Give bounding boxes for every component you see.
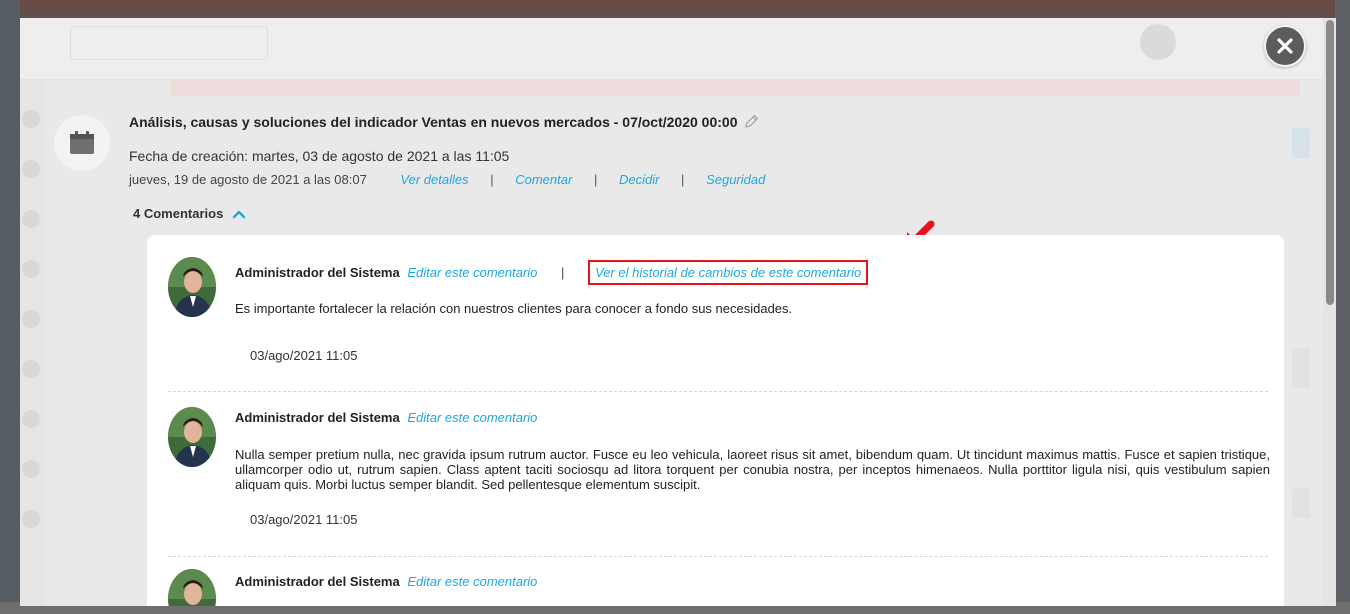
background-nav-ghost: [20, 18, 1336, 80]
background-select-ghost: [70, 26, 268, 60]
comment-date: 03/ago/2021 11:05: [250, 512, 358, 527]
event-type-badge: [54, 115, 110, 171]
background-app-sidebar: [0, 0, 20, 614]
background-app-header: [0, 0, 1350, 20]
comments-modal: Análisis, causas y soluciones del indica…: [20, 18, 1336, 606]
comment-author: Administrador del Sistema: [235, 265, 400, 280]
close-button[interactable]: [1264, 25, 1306, 67]
comment-date: 03/ago/2021 11:05: [250, 348, 358, 363]
background-side-ghost: [1292, 128, 1310, 158]
chevron-up-icon: [232, 210, 246, 219]
comment-divider: [168, 391, 1268, 392]
background-side-ghost: [1292, 348, 1310, 388]
comment-divider: [168, 556, 1268, 557]
close-icon: [1277, 38, 1293, 54]
pencil-icon: [745, 115, 759, 128]
comment-history-link[interactable]: Ver el historial de cambios de este come…: [588, 260, 869, 285]
separator: |: [681, 172, 685, 187]
background-avatar-ghost: [1140, 24, 1176, 60]
comments-panel: Administrador del Sistema Editar este co…: [147, 235, 1284, 606]
calendar-icon: [70, 131, 94, 154]
add-comment-link[interactable]: Comentar: [515, 172, 572, 187]
avatar: [168, 407, 216, 467]
creation-date: Fecha de creación: martes, 03 de agosto …: [129, 148, 510, 164]
separator: |: [593, 172, 598, 187]
comment-body: Es importante fortalecer la relación con…: [235, 301, 793, 316]
separator: |: [490, 172, 494, 187]
comment-header: Administrador del Sistema Editar este co…: [235, 260, 869, 285]
page-title-text: Análisis, causas y soluciones del indica…: [129, 114, 738, 130]
background-banner-ghost: [170, 80, 1300, 96]
comment-author: Administrador del Sistema: [235, 410, 400, 425]
edit-comment-link[interactable]: Editar este comentario: [407, 574, 537, 589]
comment-header: Administrador del Sistema Editar este co…: [235, 410, 537, 425]
edit-title-button[interactable]: [744, 114, 759, 132]
comment-author: Administrador del Sistema: [235, 574, 400, 589]
background-sidebar-ghost: [20, 80, 44, 606]
security-link[interactable]: Seguridad: [706, 172, 765, 187]
edit-comment-link[interactable]: Editar este comentario: [407, 410, 537, 425]
avatar: [168, 257, 216, 317]
comment-body: Nulla semper pretium nulla, nec gravida …: [235, 447, 1270, 492]
separator: |: [561, 265, 565, 280]
comments-count: 4 Comentarios: [133, 206, 224, 221]
comment-header: Administrador del Sistema Editar este co…: [235, 574, 537, 589]
page-title: Análisis, causas y soluciones del indica…: [129, 114, 759, 132]
scrollbar-thumb[interactable]: [1326, 20, 1334, 305]
view-details-link[interactable]: Ver detalles: [400, 172, 468, 187]
edit-comment-link[interactable]: Editar este comentario: [407, 265, 537, 280]
modal-scrollbar[interactable]: [1323, 18, 1336, 606]
event-date: jueves, 19 de agosto de 2021 a las 08:07: [129, 172, 367, 187]
event-actions-row: jueves, 19 de agosto de 2021 a las 08:07…: [129, 172, 765, 187]
comments-toggle[interactable]: 4 Comentarios: [133, 206, 246, 221]
decide-link[interactable]: Decidir: [619, 172, 659, 187]
background-app-right-edge: [1335, 0, 1350, 614]
background-side-ghost: [1292, 488, 1310, 518]
avatar: [168, 569, 216, 606]
